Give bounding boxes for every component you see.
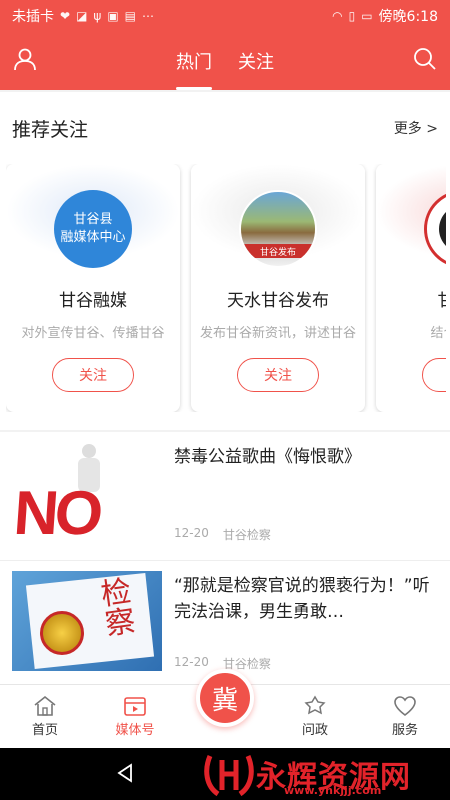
- account-desc: 对外宣传甘谷、传播甘谷: [21, 326, 165, 341]
- account-card[interactable]: 甘谷司 结合我县重 关注: [376, 164, 446, 412]
- emblem-icon: [439, 205, 446, 253]
- nav-ask[interactable]: 问政: [285, 695, 345, 738]
- heart-rate-icon: ❤: [60, 9, 71, 23]
- ask-icon: [304, 695, 326, 715]
- nav-service-label: 服务: [391, 723, 418, 738]
- news-thumbnail: 检察: [12, 571, 162, 671]
- follow-button[interactable]: 关注: [237, 358, 319, 392]
- figure-head: [82, 444, 96, 458]
- center-action-button[interactable]: 冀: [196, 669, 254, 727]
- account-name: 天水甘谷发布: [227, 291, 329, 311]
- nav-media[interactable]: 媒体号: [105, 695, 165, 738]
- news-source: 甘谷检察: [222, 528, 271, 542]
- news-title: 禁毒公益歌曲《悔恨歌》: [174, 447, 361, 467]
- no-text: NO: [12, 479, 102, 542]
- news-item[interactable]: NO 禁毒公益歌曲《悔恨歌》 12-20 甘谷检察: [0, 432, 450, 556]
- badge-emblem: [40, 611, 84, 655]
- heart-icon: [394, 696, 416, 717]
- status-bar: 未插卡 ❤ ◪ ψ ▣ ▤ ⋯ ◠ ▯ ▭ 傍晚6:18: [0, 0, 450, 32]
- section-title: 推荐关注: [12, 118, 89, 141]
- bag-icon: ▤: [124, 9, 137, 23]
- follow-button[interactable]: 关注: [52, 358, 134, 392]
- user-icon[interactable]: [12, 46, 38, 72]
- avatar-text: 甘谷县: [73, 212, 113, 227]
- wifi-icon: ◠: [332, 9, 343, 23]
- app-notification-icon-2: ▣: [107, 9, 119, 23]
- avatar-banner: 甘谷发布: [241, 244, 315, 258]
- recommend-cards: 甘谷县 融媒体中心 甘谷融媒 对外宣传甘谷、传播甘谷 关注 甘谷发布 天水甘谷发…: [6, 164, 446, 412]
- top-header: 热门 关注: [0, 32, 450, 90]
- nav-media-label: 媒体号: [115, 723, 155, 738]
- news-title: “那就是检察官说的猥亵行为！”听完法治课，男生勇敢…: [174, 576, 430, 622]
- news-date: 12-20: [174, 655, 209, 669]
- news-date: 12-20: [174, 526, 209, 540]
- video-icon: [124, 697, 146, 716]
- back-icon[interactable]: [114, 762, 136, 784]
- nav-service[interactable]: 服务: [375, 695, 435, 738]
- app-notification-icon: ◪: [76, 9, 88, 23]
- search-icon[interactable]: [412, 46, 438, 72]
- tab-follow[interactable]: 关注: [238, 42, 274, 80]
- account-avatar: 甘谷发布: [239, 190, 317, 268]
- usb-icon: ψ: [93, 9, 102, 23]
- follow-button[interactable]: 关注: [422, 358, 446, 392]
- watermark-url: www.yhkjjj.com: [284, 784, 382, 797]
- battery-icon: ▭: [361, 9, 373, 23]
- nav-ask-label: 问政: [301, 723, 328, 738]
- account-card[interactable]: 甘谷县 融媒体中心 甘谷融媒 对外宣传甘谷、传播甘谷 关注: [6, 164, 180, 412]
- watermark-logo-icon: [204, 755, 254, 797]
- account-desc: 发布甘谷新资讯，讲述甘谷: [199, 326, 356, 341]
- account-avatar: 甘谷县 融媒体中心: [54, 190, 132, 268]
- tab-hot[interactable]: 热门: [176, 42, 212, 90]
- account-name: 甘谷融媒: [59, 291, 127, 311]
- more-notifications-icon: ⋯: [142, 9, 155, 23]
- recommend-section: 推荐关注 更多 > 甘谷县 融媒体中心 甘谷融媒 对外宣传甘谷、传播甘谷 关注 …: [0, 92, 450, 430]
- carrier-text: 未插卡: [12, 9, 54, 25]
- nav-home-label: 首页: [31, 723, 58, 738]
- news-thumbnail: NO: [12, 442, 162, 542]
- bottom-nav: 首页 媒体号 冀 问政 服务: [0, 669, 450, 748]
- news-item[interactable]: 检察 “那就是检察官说的猥亵行为！”听完法治课，男生勇敢… 12-20 甘谷检察: [0, 560, 450, 684]
- clock-text: 傍晚6:18: [378, 9, 438, 25]
- news-feed: NO 禁毒公益歌曲《悔恨歌》 12-20 甘谷检察 检察 “那就是检察官说的猥亵…: [0, 432, 450, 684]
- account-desc: 结合我县重: [430, 326, 446, 341]
- account-name: 甘谷司: [376, 286, 447, 311]
- more-link[interactable]: 更多 >: [394, 118, 438, 138]
- account-card[interactable]: 甘谷发布 天水甘谷发布 发布甘谷新资讯，讲述甘谷 关注: [191, 164, 365, 412]
- procuratorate-text: 检察: [92, 574, 137, 640]
- avatar-text: 融媒体中心: [60, 230, 126, 245]
- nav-home[interactable]: 首页: [15, 695, 75, 738]
- home-icon: [34, 695, 56, 716]
- watermark: 永辉资源网 www.yhkjjj.com: [202, 750, 446, 798]
- sim-icon: ▯: [348, 9, 356, 23]
